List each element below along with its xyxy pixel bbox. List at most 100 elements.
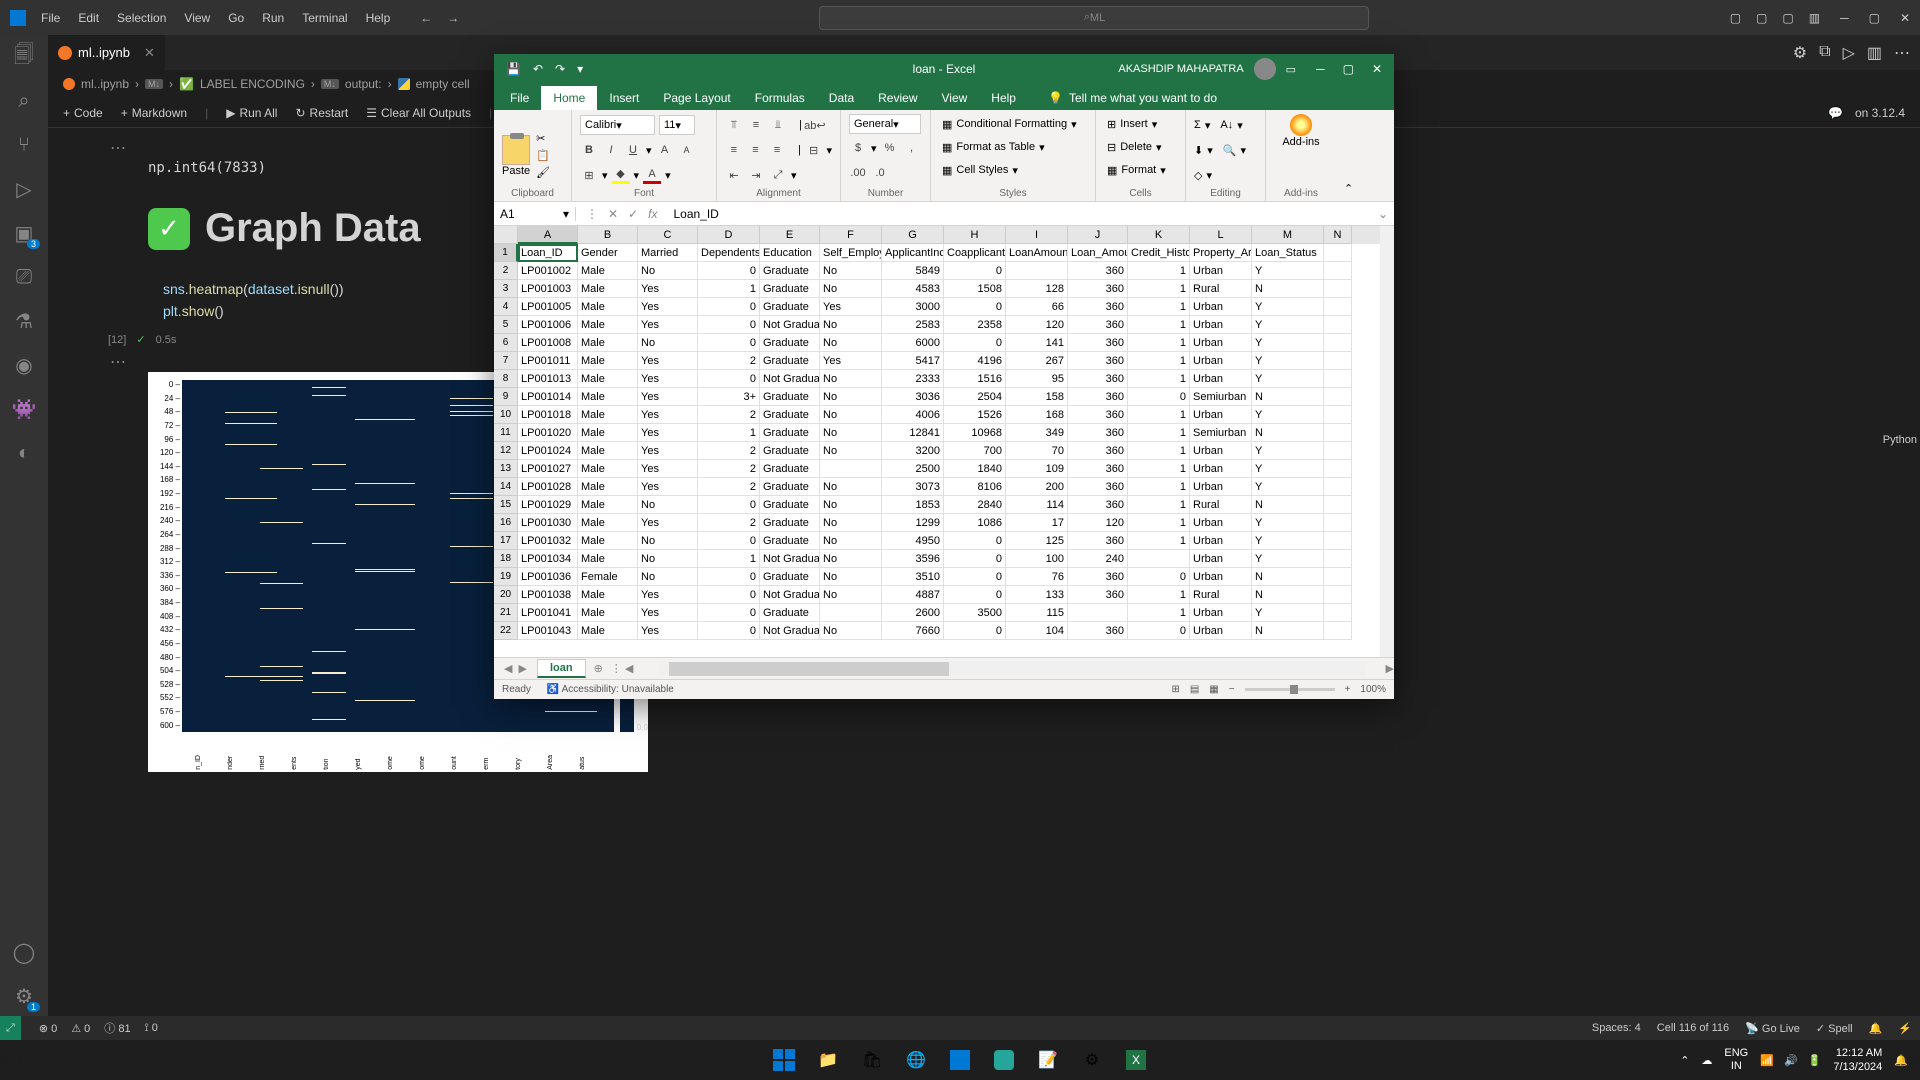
cell[interactable]: 158 — [1006, 388, 1068, 406]
cell[interactable]: Y — [1252, 334, 1324, 352]
cell[interactable] — [1324, 622, 1352, 640]
cell[interactable]: Yes — [638, 460, 698, 478]
column-header[interactable]: G — [882, 226, 944, 244]
cell[interactable]: Rural — [1190, 586, 1252, 604]
cell[interactable]: Yes — [638, 406, 698, 424]
cell[interactable]: Urban — [1190, 370, 1252, 388]
language-mode[interactable]: Python — [1883, 434, 1917, 446]
row-header[interactable]: 20 — [494, 586, 518, 604]
autosum-icon[interactable]: Σ — [1194, 119, 1201, 131]
number-format-select[interactable]: General ▾ — [849, 114, 921, 134]
cell[interactable]: 120 — [1006, 316, 1068, 334]
testing-icon[interactable]: ⚗ — [12, 309, 36, 333]
cell[interactable]: Urban — [1190, 460, 1252, 478]
cell[interactable]: 1 — [698, 550, 760, 568]
cell[interactable]: Not Graduate — [760, 370, 820, 388]
cell[interactable]: Graduate — [760, 406, 820, 424]
cell[interactable]: 1 — [1128, 406, 1190, 424]
spell-check[interactable]: ✓ Spell — [1816, 1022, 1853, 1035]
cell[interactable]: Yes — [638, 424, 698, 442]
cell[interactable]: No — [638, 262, 698, 280]
wifi-icon[interactable]: 📶 — [1760, 1054, 1774, 1067]
cell[interactable]: Graduate — [760, 334, 820, 352]
tab-formulas[interactable]: Formulas — [743, 86, 817, 110]
cell[interactable]: Graduate — [760, 532, 820, 550]
cell[interactable]: 1 — [1128, 424, 1190, 442]
cell[interactable] — [1068, 604, 1128, 622]
column-header[interactable]: H — [944, 226, 1006, 244]
cell-styles-button[interactable]: ▦ Cell Styles ▾ — [939, 160, 1087, 180]
cell[interactable]: Y — [1252, 478, 1324, 496]
volume-icon[interactable]: 🔊 — [1784, 1054, 1798, 1067]
cell[interactable]: No — [820, 442, 882, 460]
cell[interactable]: Yes — [638, 478, 698, 496]
cell[interactable]: 1 — [1128, 514, 1190, 532]
cell[interactable] — [1324, 460, 1352, 478]
tab-page-layout[interactable]: Page Layout — [651, 86, 742, 110]
close-tab-icon[interactable]: ✕ — [144, 45, 155, 61]
restart-button[interactable]: ↻ Restart — [295, 106, 348, 120]
cell[interactable]: 1 — [1128, 298, 1190, 316]
cell[interactable]: LP001011 — [518, 352, 578, 370]
cell[interactable]: Male — [578, 622, 638, 640]
account-icon[interactable]: ◯ — [12, 940, 36, 964]
cell[interactable]: No — [820, 550, 882, 568]
cell[interactable]: 2840 — [944, 496, 1006, 514]
menu-view[interactable]: View — [184, 11, 210, 25]
cell[interactable]: 2 — [698, 406, 760, 424]
errors-count[interactable]: ⊗ 0 — [39, 1022, 57, 1035]
cell[interactable]: 95 — [1006, 370, 1068, 388]
cell[interactable]: LP001028 — [518, 478, 578, 496]
cell[interactable]: No — [820, 496, 882, 514]
row-header[interactable]: 7 — [494, 352, 518, 370]
row-header[interactable]: 9 — [494, 388, 518, 406]
cell[interactable]: 0 — [698, 604, 760, 622]
start-button[interactable] — [765, 1041, 803, 1079]
cell[interactable]: 0 — [698, 370, 760, 388]
cell[interactable]: 700 — [944, 442, 1006, 460]
cell[interactable]: 360 — [1068, 370, 1128, 388]
fx-icon[interactable]: fx — [648, 207, 667, 221]
cell[interactable]: Male — [578, 460, 638, 478]
cell[interactable]: 0 — [698, 622, 760, 640]
cell[interactable]: 360 — [1068, 334, 1128, 352]
cell[interactable]: 120 — [1068, 514, 1128, 532]
cell[interactable]: Yes — [638, 370, 698, 388]
cell[interactable]: Yes — [638, 514, 698, 532]
cell[interactable]: 360 — [1068, 622, 1128, 640]
column-header[interactable]: I — [1006, 226, 1068, 244]
cell[interactable]: 0 — [944, 622, 1006, 640]
cell[interactable]: Semiurban — [1190, 388, 1252, 406]
cell[interactable]: 0 — [944, 298, 1006, 316]
cell[interactable]: 0 — [698, 496, 760, 514]
crumb-output[interactable]: output: — [345, 77, 382, 91]
column-header[interactable]: M — [1252, 226, 1324, 244]
cell[interactable]: 1 — [1128, 532, 1190, 550]
clear-outputs-button[interactable]: ☰ Clear All Outputs — [366, 106, 471, 120]
comma-icon[interactable]: , — [903, 139, 921, 157]
tab-insert[interactable]: Insert — [597, 86, 651, 110]
paste-button[interactable]: Paste — [502, 114, 530, 197]
cell[interactable]: 0 — [698, 262, 760, 280]
cell[interactable]: No — [638, 550, 698, 568]
search-box[interactable]: ⌕ ML — [819, 6, 1369, 30]
cell[interactable]: 1299 — [882, 514, 944, 532]
cell[interactable]: LP001030 — [518, 514, 578, 532]
cell[interactable]: 360 — [1068, 586, 1128, 604]
panel-bottom-icon[interactable]: ▢ — [1756, 11, 1767, 25]
add-code-button[interactable]: + Code — [63, 106, 103, 120]
add-markdown-button[interactable]: + Markdown — [121, 106, 187, 120]
row-header[interactable]: 17 — [494, 532, 518, 550]
run-debug-icon[interactable]: ▷ — [12, 177, 36, 201]
cell[interactable]: 66 — [1006, 298, 1068, 316]
cell[interactable]: Graduate — [760, 460, 820, 478]
cell[interactable]: Y — [1252, 262, 1324, 280]
borders-icon[interactable]: ⊞ — [580, 166, 598, 184]
cell[interactable]: 115 — [1006, 604, 1068, 622]
cell[interactable]: 1 — [1128, 262, 1190, 280]
vertical-scrollbar[interactable] — [1380, 226, 1394, 657]
cell[interactable]: 2600 — [882, 604, 944, 622]
accessibility-status[interactable]: ♿ Accessibility: Unavailable — [547, 684, 674, 695]
crumb-file[interactable]: ml..ipynb — [81, 77, 129, 91]
cell[interactable]: No — [820, 280, 882, 298]
